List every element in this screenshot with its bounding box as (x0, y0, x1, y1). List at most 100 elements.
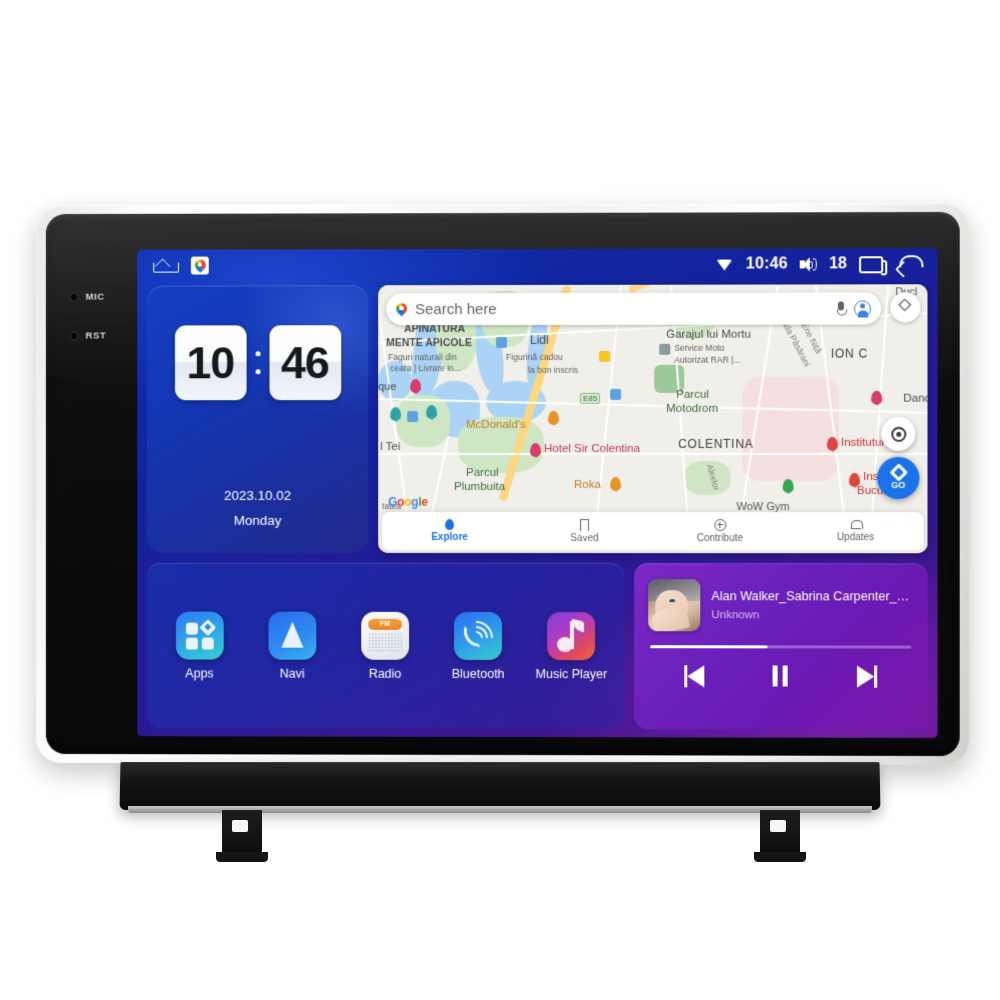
map-bottom-nav: Explore Saved Contribute Updates (382, 511, 924, 551)
map-label: Figurină cadou (505, 351, 563, 362)
map-label: ION C (830, 346, 868, 361)
map-label: Lidl (530, 332, 549, 347)
map-label: Danc (903, 392, 928, 405)
track-title: Alan Walker_Sabrina Carpenter_F... (711, 589, 914, 604)
clock-date: 2023.10.02 (223, 487, 292, 503)
app-shortcut-music-player[interactable]: Music Player (533, 611, 609, 681)
map-label: Motodrom (666, 402, 719, 415)
touchscreen[interactable]: 10:46 18 10 46 2023.10.02 Monday APINATU… (137, 248, 938, 738)
google-maps-pin-icon (393, 300, 410, 316)
map-label: que (378, 381, 397, 394)
map-nav-saved[interactable]: Saved (517, 512, 652, 550)
bell-icon (850, 519, 860, 530)
explore-pin-icon (445, 518, 455, 530)
my-location-icon (890, 426, 906, 442)
map-label: Parcul (676, 388, 709, 401)
mounting-bracket-foot-right (754, 852, 806, 862)
map-label: MENTE APICOLE (386, 337, 472, 350)
pause-icon[interactable] (764, 663, 798, 689)
app-label: Radio (368, 666, 402, 681)
map-search-placeholder: Search here (415, 300, 497, 318)
apps-grid-icon (175, 611, 224, 660)
mic-hole-icon (69, 292, 79, 302)
map-label: Roka (574, 478, 601, 492)
navigation-arrow-icon (268, 611, 317, 660)
head-unit-chassis: MIC RST 10:46 18 10 46 2023.10.02 Monday… (35, 202, 970, 766)
bluetooth-phone-icon (454, 611, 503, 660)
map-widget[interactable]: APINATURA MENTE APICOLE Faguri naturali … (378, 284, 928, 554)
microphone-icon[interactable] (836, 301, 846, 316)
app-shortcut-radio[interactable]: FM Radio (347, 611, 423, 680)
playback-progress-bar[interactable] (650, 645, 912, 649)
map-go-button[interactable]: GO (877, 456, 920, 500)
my-location-button[interactable] (881, 416, 916, 451)
google-attribution: Google (388, 494, 428, 509)
recents-icon[interactable] (859, 255, 884, 273)
side-button-panel: MIC RST (69, 291, 140, 342)
app-label: Navi (279, 666, 305, 681)
music-metadata: Alan Walker_Sabrina Carpenter_F... Unkno… (711, 589, 913, 621)
map-search-bar[interactable]: Search here (386, 292, 882, 326)
fm-badge: FM (368, 618, 403, 630)
music-now-playing: Alan Walker_Sabrina Carpenter_F... Unkno… (634, 563, 927, 632)
map-layers-icon (898, 298, 912, 314)
flip-clock: 10 46 (147, 325, 368, 401)
plus-circle-icon (713, 518, 726, 531)
track-artist: Unknown (711, 609, 760, 622)
music-note-icon (547, 611, 596, 660)
album-art-thumbnail (648, 579, 701, 632)
map-layers-button[interactable] (890, 292, 921, 323)
clock-colon (254, 351, 261, 375)
radio-grille (368, 632, 403, 653)
music-player-widget[interactable]: Alan Walker_Sabrina Carpenter_F... Unkno… (634, 563, 928, 730)
back-arrow-icon[interactable] (895, 255, 921, 273)
map-label: Plumbuita (454, 480, 506, 494)
map-label: McDonald's (466, 418, 526, 432)
map-label: Service Moto (674, 342, 725, 353)
skip-previous-icon[interactable] (679, 663, 713, 689)
app-shortcut-apps[interactable]: Apps (162, 611, 238, 680)
status-bar-left (153, 256, 209, 275)
app-label: Music Player (535, 666, 608, 681)
reset-button[interactable]: RST (69, 330, 140, 342)
reset-label: RST (85, 330, 107, 342)
home-widgets: 10 46 2023.10.02 Monday APINATURA MENTE … (147, 284, 928, 730)
status-bar-right: 10:46 18 (717, 255, 922, 273)
map-nav-updates[interactable]: Updates (788, 512, 924, 550)
map-label: Faguri naturali din (388, 352, 457, 363)
clock-widget[interactable]: 10 46 2023.10.02 Monday (147, 285, 369, 553)
status-clock: 10:46 (745, 255, 788, 273)
chassis-bezel: MIC RST 10:46 18 10 46 2023.10.02 Monday… (45, 211, 960, 757)
rear-housing (119, 762, 881, 810)
home-icon[interactable] (153, 259, 177, 273)
playback-controls (634, 663, 927, 690)
playback-progress-fill (650, 645, 768, 648)
app-shortcut-bluetooth[interactable]: Bluetooth (440, 611, 516, 681)
map-label: l Tei (380, 441, 401, 454)
clock-hours: 10 (174, 325, 247, 401)
map-label: Garajul lui Mortu (666, 328, 751, 341)
map-label: ceara | Livrare in... (390, 363, 462, 374)
mic-button[interactable]: MIC (69, 291, 140, 303)
google-maps-icon[interactable] (190, 256, 209, 275)
app-shortcuts-bar: Apps Navi FM Radio Bluetooth Music Playe… (147, 562, 625, 730)
mic-label: MIC (85, 291, 105, 303)
status-bar: 10:46 18 (137, 248, 937, 282)
app-shortcut-navi[interactable]: Navi (254, 611, 330, 680)
map-label: la bon inscris (528, 364, 579, 375)
volume-level: 18 (829, 255, 847, 273)
map-label: Institutul (840, 436, 885, 449)
map-label: Parcul (466, 467, 499, 480)
skip-next-icon[interactable] (848, 663, 882, 689)
screenshot-stage: MIC RST 10:46 18 10 46 2023.10.02 Monday… (0, 0, 1000, 1000)
navigation-diamond-icon (889, 463, 908, 482)
app-label: Bluetooth (451, 666, 505, 681)
clock-weekday: Monday (233, 512, 282, 528)
map-nav-explore[interactable]: Explore (382, 512, 517, 550)
map-nav-contribute[interactable]: Contribute (652, 512, 787, 550)
map-label: E85 (580, 392, 601, 405)
mounting-bracket-foot-left (216, 852, 268, 862)
account-avatar-icon[interactable] (854, 299, 872, 317)
map-label: Autorizat RAR |... (674, 354, 741, 365)
volume-icon[interactable] (799, 257, 818, 272)
